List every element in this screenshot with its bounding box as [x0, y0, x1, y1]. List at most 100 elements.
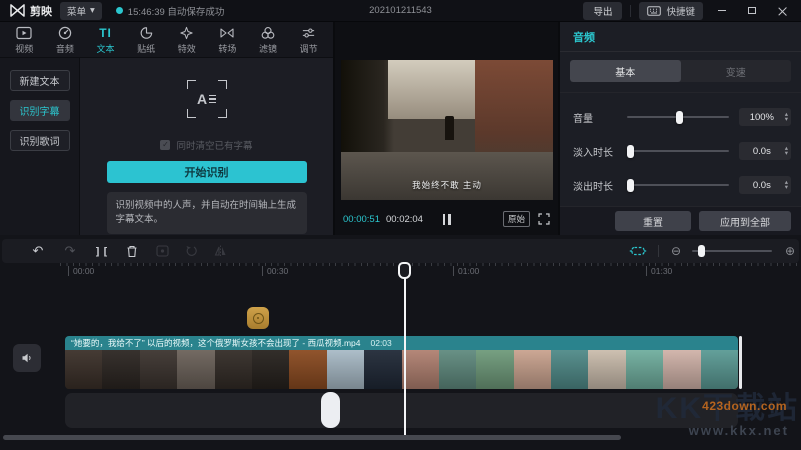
tab-speed[interactable]: 变速	[681, 60, 792, 82]
fade-out-slider[interactable]	[627, 178, 729, 192]
clip-thumbnail	[588, 350, 627, 389]
fade-in-value-box[interactable]: 0.0s ▴ ▾	[739, 142, 791, 160]
scene-person	[444, 116, 454, 140]
autosave-text: 15:46:39 自动保存成功	[127, 6, 225, 18]
clear-existing-subtitles-checkbox[interactable]: ✓ 同时清空已有字幕	[160, 138, 253, 152]
current-time: 00:00:51	[343, 213, 380, 225]
slider-handle[interactable]	[627, 178, 634, 192]
export-button[interactable]: 导出	[583, 1, 623, 20]
recognition-tooltip: 识别视频中的人声，并自动在时间轴上生成字幕文本。	[106, 192, 307, 234]
audio-clip[interactable]	[321, 392, 340, 428]
stepper-icon[interactable]: ▴ ▾	[785, 145, 791, 157]
stepper-icon[interactable]: ▴ ▾	[785, 179, 791, 191]
fade-in-slider[interactable]	[627, 144, 729, 158]
timeline-zoom-slider[interactable]	[692, 245, 772, 257]
video-icon	[16, 26, 32, 40]
clip-thumbnail	[214, 350, 253, 389]
player-panel: 我始终不敢 主动 00:00:51 00:02:04 原始	[335, 22, 560, 235]
snap-toggle-button[interactable]	[626, 239, 650, 263]
playhead-line[interactable]	[404, 262, 406, 438]
fade-out-row: 淡出时长 0.0s ▴ ▾	[573, 175, 791, 195]
speaker-icon	[22, 353, 31, 363]
checkbox-label: 同时清空已有字幕	[176, 141, 253, 152]
tab-label: 特效	[177, 44, 196, 54]
zoom-out-button[interactable]: ⊖	[664, 239, 688, 263]
fade-out-label: 淡出时长	[573, 181, 613, 193]
watermark-site: 423down.com	[702, 399, 787, 413]
pause-button[interactable]	[442, 213, 451, 225]
stepper-icon[interactable]: ▴ ▾	[785, 111, 791, 123]
tab-text[interactable]: TI 文本	[85, 25, 126, 55]
original-quality-button[interactable]: 原始	[502, 211, 530, 227]
minimize-button[interactable]	[711, 3, 733, 19]
minimize-icon	[718, 10, 726, 11]
clip-title: “她要的，我给不了” 以后的视频，这个俄罗斯女孩不会出现了 - 西瓜视频.mp4	[71, 338, 361, 348]
video-clip[interactable]: “她要的，我给不了” 以后的视频，这个俄罗斯女孩不会出现了 - 西瓜视频.mp4…	[65, 336, 738, 389]
filters-icon	[261, 27, 275, 39]
volume-value: 100%	[749, 111, 775, 123]
tab-label: 滤镜	[259, 44, 278, 54]
shortcut-button[interactable]: 快捷键	[639, 1, 703, 20]
apply-to-all-button[interactable]: 应用到全部	[699, 211, 791, 231]
audio-track[interactable]	[65, 393, 738, 428]
clip-thumbnail	[139, 350, 178, 389]
recognize-lyrics-button[interactable]: 识别歌词	[9, 130, 70, 151]
reverse-button[interactable]	[179, 239, 203, 263]
redo-button[interactable]: ↷	[58, 239, 82, 263]
mirror-button[interactable]	[208, 239, 232, 263]
slider-handle[interactable]	[627, 144, 634, 158]
playhead-handle[interactable]	[398, 262, 411, 279]
zoom-slider-handle[interactable]	[697, 245, 705, 257]
delete-button[interactable]	[120, 239, 144, 263]
tab-video[interactable]: 视频	[4, 24, 45, 55]
split-button[interactable]: ][	[90, 239, 114, 263]
menu-button[interactable]: 菜单 ▾	[60, 1, 102, 20]
track-mute-button[interactable]	[13, 344, 41, 372]
maximize-button[interactable]	[741, 3, 763, 19]
reset-button[interactable]: 重置	[615, 211, 691, 231]
maximize-icon	[748, 7, 756, 14]
chevron-down-icon: ▾	[90, 5, 95, 16]
text-icon: TI	[99, 25, 112, 40]
tab-adjust[interactable]: 调节	[288, 24, 329, 55]
freeze-frame-button[interactable]	[150, 239, 174, 263]
clip-thumbnail	[65, 350, 103, 389]
undo-button[interactable]: ↶	[26, 239, 50, 263]
tab-audio[interactable]: 音频	[45, 24, 86, 55]
ruler-label: 01:30	[646, 266, 672, 276]
transition-icon	[220, 28, 234, 38]
volume-value-box[interactable]: 100% ▴ ▾	[739, 108, 791, 126]
trash-icon	[127, 245, 137, 257]
new-text-button[interactable]: 新建文本	[9, 70, 70, 91]
fade-out-value-box[interactable]: 0.0s ▴ ▾	[739, 176, 791, 194]
autosave-status: 15:46:39 自动保存成功	[115, 4, 225, 18]
tab-label: 贴纸	[137, 44, 156, 54]
ruler-ticks	[60, 263, 797, 266]
volume-slider[interactable]	[627, 110, 729, 124]
video-preview[interactable]: 我始终不敢 主动	[341, 60, 553, 200]
tab-sticker[interactable]: 贴纸	[126, 24, 167, 55]
tab-basic[interactable]: 基本	[570, 60, 681, 82]
text-subnav: 新建文本 识别字幕 识别歌词	[0, 58, 80, 235]
split-icon: ][	[94, 244, 110, 258]
app-name: 剪映	[30, 5, 52, 18]
tab-filters[interactable]: 滤镜	[248, 24, 289, 55]
start-recognition-button[interactable]: 开始识别	[106, 161, 307, 183]
zoom-in-button[interactable]: ⊕	[778, 239, 801, 263]
clip-thumbnail	[251, 350, 290, 389]
tab-effects[interactable]: 特效	[167, 24, 208, 55]
slider-handle[interactable]	[675, 110, 683, 124]
fullscreen-icon[interactable]	[538, 213, 550, 225]
ruler-label: 00:30	[262, 266, 288, 276]
clip-trim-handle[interactable]	[739, 336, 742, 389]
recognize-subtitles-button[interactable]: 识别字幕	[9, 100, 70, 121]
inspector-footer: 重置 应用到全部	[560, 206, 801, 235]
clip-thumbnail	[551, 350, 589, 389]
horizontal-scrollbar[interactable]	[3, 435, 621, 440]
text-scan-icon: A	[186, 80, 227, 118]
close-button[interactable]	[771, 3, 793, 19]
tab-transitions[interactable]: 转场	[207, 24, 248, 55]
fade-in-value: 0.0s	[752, 145, 771, 157]
track-marker-badge[interactable]	[247, 307, 269, 329]
project-title: 202101211543	[369, 5, 432, 16]
